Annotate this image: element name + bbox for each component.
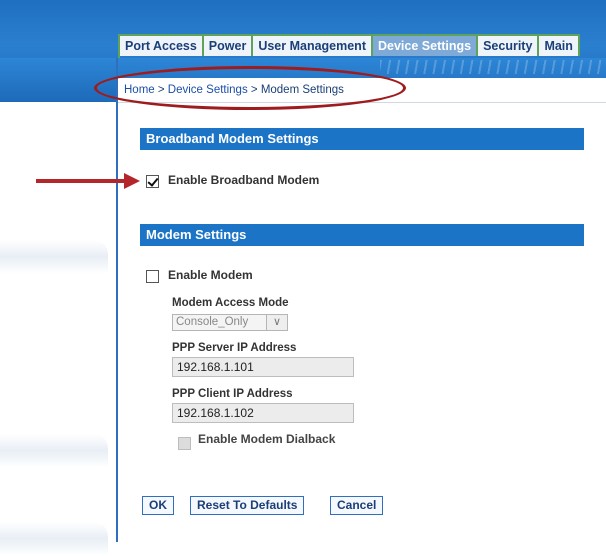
- sidebar-separator: [0, 522, 108, 556]
- tab-port-access[interactable]: Port Access: [120, 36, 204, 56]
- modem-access-mode-label: Modem Access Mode: [172, 297, 289, 309]
- left-sidebar: [0, 102, 116, 556]
- enable-modem-checkbox[interactable]: [146, 270, 159, 283]
- ok-button[interactable]: OK: [142, 496, 174, 515]
- reset-to-defaults-button[interactable]: Reset To Defaults: [190, 496, 305, 515]
- tab-user-management[interactable]: User Management: [253, 36, 373, 56]
- tab-device-settings[interactable]: Device Settings: [373, 36, 479, 56]
- tab-power[interactable]: Power: [203, 36, 254, 56]
- annotation-arrow-head: [124, 173, 140, 189]
- enable-broadband-modem-checkbox[interactable]: [146, 175, 159, 188]
- main-tabs: Port Access Power User Management Device…: [118, 34, 580, 58]
- sidebar-separator: [0, 434, 108, 468]
- enable-broadband-modem-label: Enable Broadband Modem: [168, 173, 320, 187]
- enable-modem-dialback-label: Enable Modem Dialback: [198, 432, 336, 446]
- ppp-client-ip-input[interactable]: 192.168.1.102: [172, 403, 354, 423]
- ppp-server-ip-input[interactable]: 192.168.1.101: [172, 357, 354, 377]
- annotation-arrow-shaft: [36, 179, 128, 183]
- content-divider: [116, 58, 118, 542]
- annotation-ellipse: [94, 66, 406, 110]
- enable-modem-label: Enable Modem: [168, 268, 253, 282]
- chevron-down-icon[interactable]: ∨: [266, 315, 287, 330]
- sidebar-separator: [0, 240, 108, 274]
- cancel-button[interactable]: Cancel: [330, 496, 384, 515]
- broadband-section-header: Broadband Modem Settings: [140, 128, 584, 150]
- modem-section-header: Modem Settings: [140, 224, 584, 246]
- enable-modem-dialback-checkbox[interactable]: [178, 437, 191, 450]
- tab-main[interactable]: Main: [539, 36, 580, 56]
- ppp-server-ip-label: PPP Server IP Address: [172, 342, 297, 354]
- tab-security[interactable]: Security: [478, 36, 540, 56]
- ppp-client-ip-label: PPP Client IP Address: [172, 388, 293, 400]
- modem-access-mode-value: Console_Only: [176, 316, 249, 328]
- header-decoration: [380, 60, 606, 74]
- modem-access-mode-select[interactable]: Console_Only ∨: [172, 314, 288, 331]
